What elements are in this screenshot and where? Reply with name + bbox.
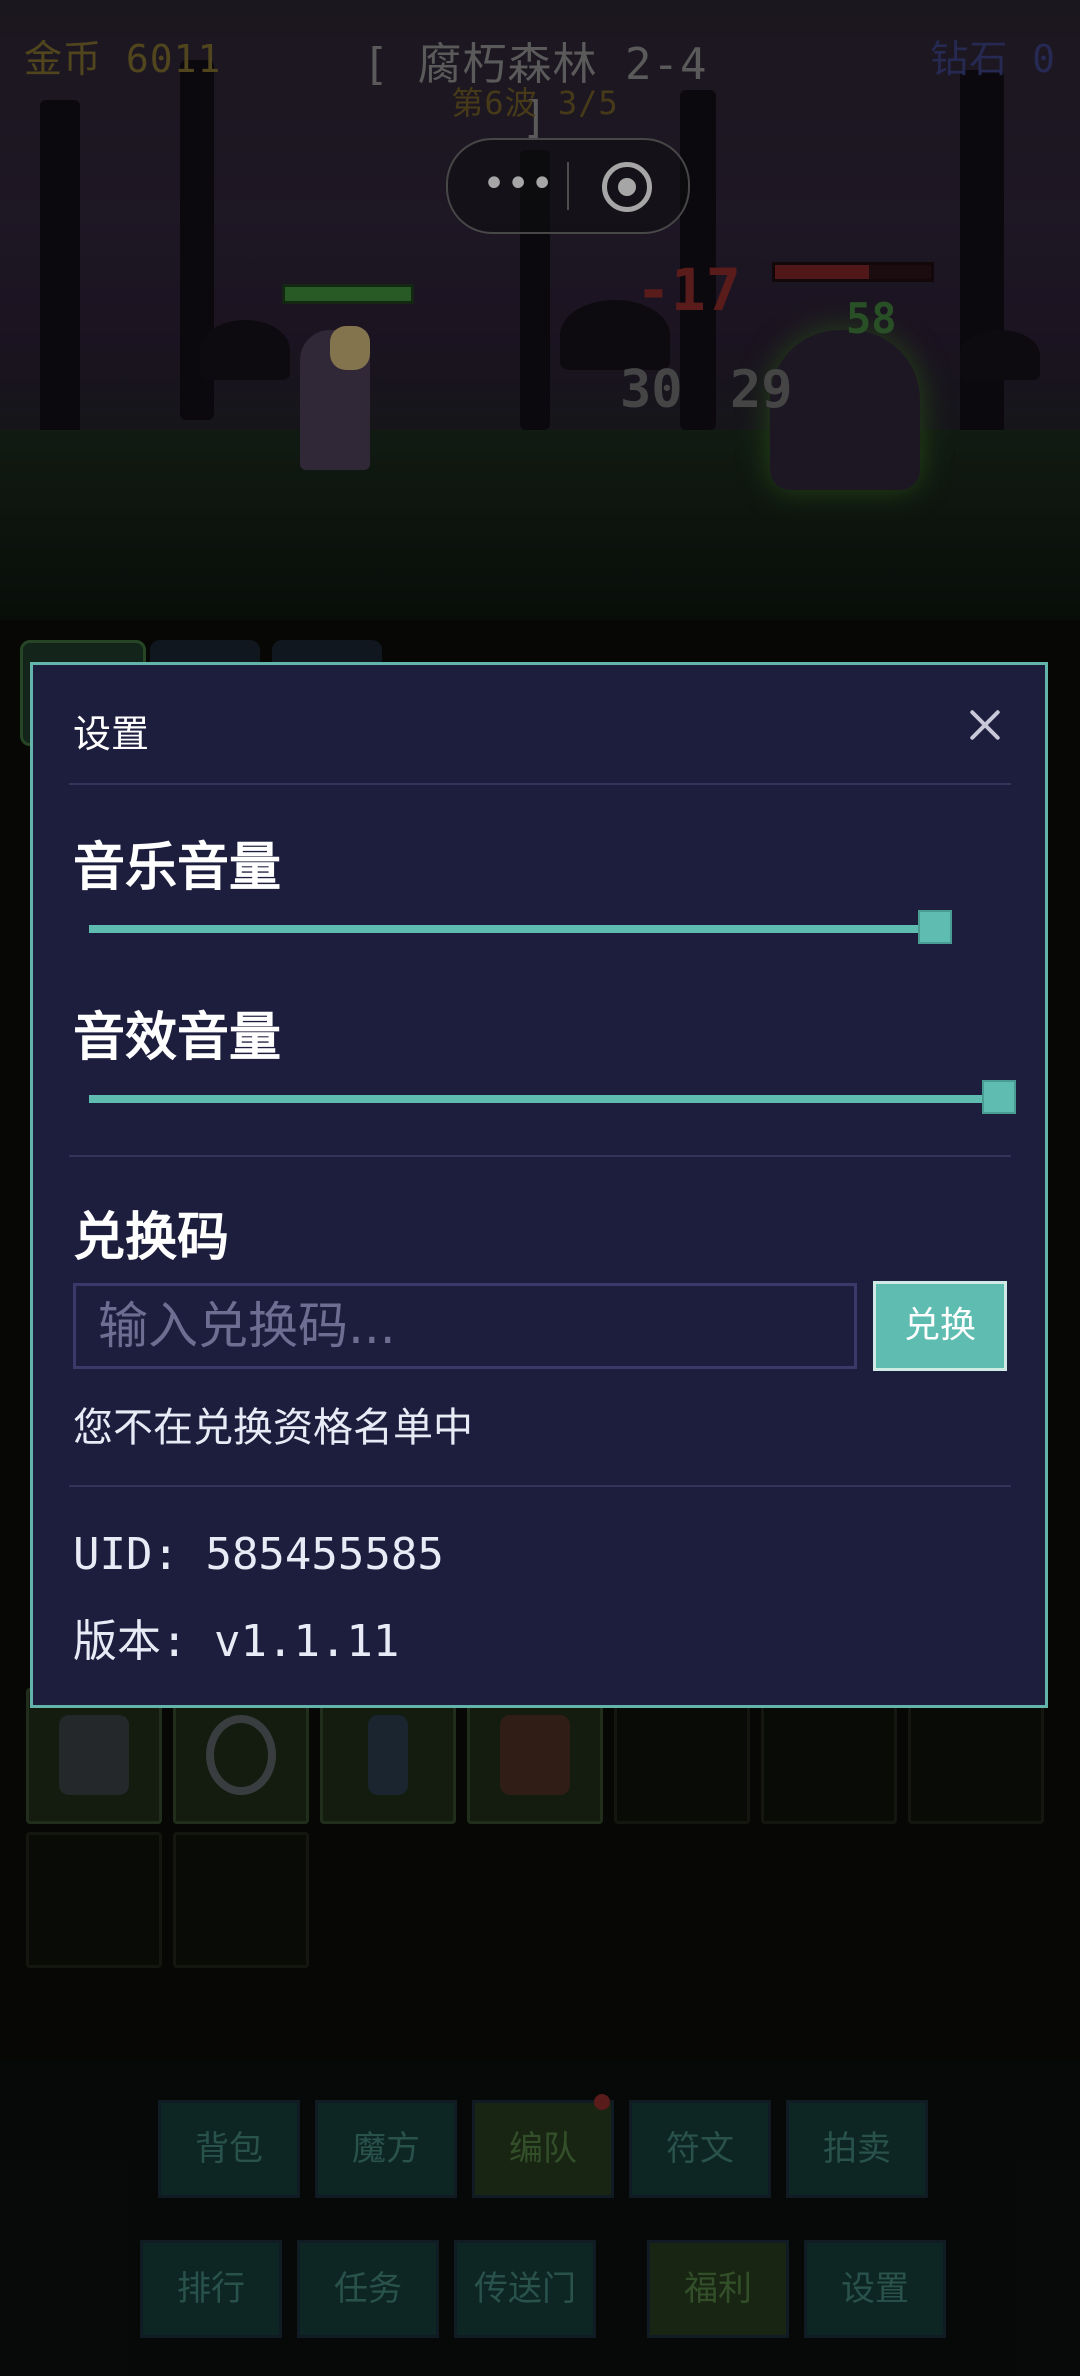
slider-thumb[interactable] — [918, 910, 953, 944]
redeem-button[interactable]: 兑换 — [873, 1281, 1007, 1371]
version-text: 版本: v1.1.11 — [73, 1616, 400, 1667]
slider-fill — [89, 1095, 999, 1103]
uid-text: UID: 585455585 — [73, 1529, 444, 1580]
settings-dialog: 设置 音乐音量 音效音量 兑换码 兑换 您不在兑换资格名单中 UID: 5854… — [30, 662, 1048, 1708]
sfx-volume-label: 音效音量 — [73, 1008, 282, 1068]
divider — [69, 1155, 1011, 1157]
music-volume-slider[interactable] — [89, 909, 999, 949]
slider-fill — [89, 925, 936, 933]
slider-thumb[interactable] — [982, 1080, 1016, 1114]
music-volume-label: 音乐音量 — [73, 838, 282, 898]
redeem-status-text: 您不在兑换资格名单中 — [73, 1405, 473, 1451]
divider — [69, 1485, 1011, 1487]
dialog-title: 设置 — [73, 712, 150, 756]
sfx-volume-slider[interactable] — [89, 1079, 1016, 1119]
close-icon[interactable] — [965, 705, 1005, 745]
redeem-code-label: 兑换码 — [73, 1208, 230, 1268]
divider — [69, 783, 1011, 785]
redeem-code-input[interactable] — [73, 1283, 857, 1369]
